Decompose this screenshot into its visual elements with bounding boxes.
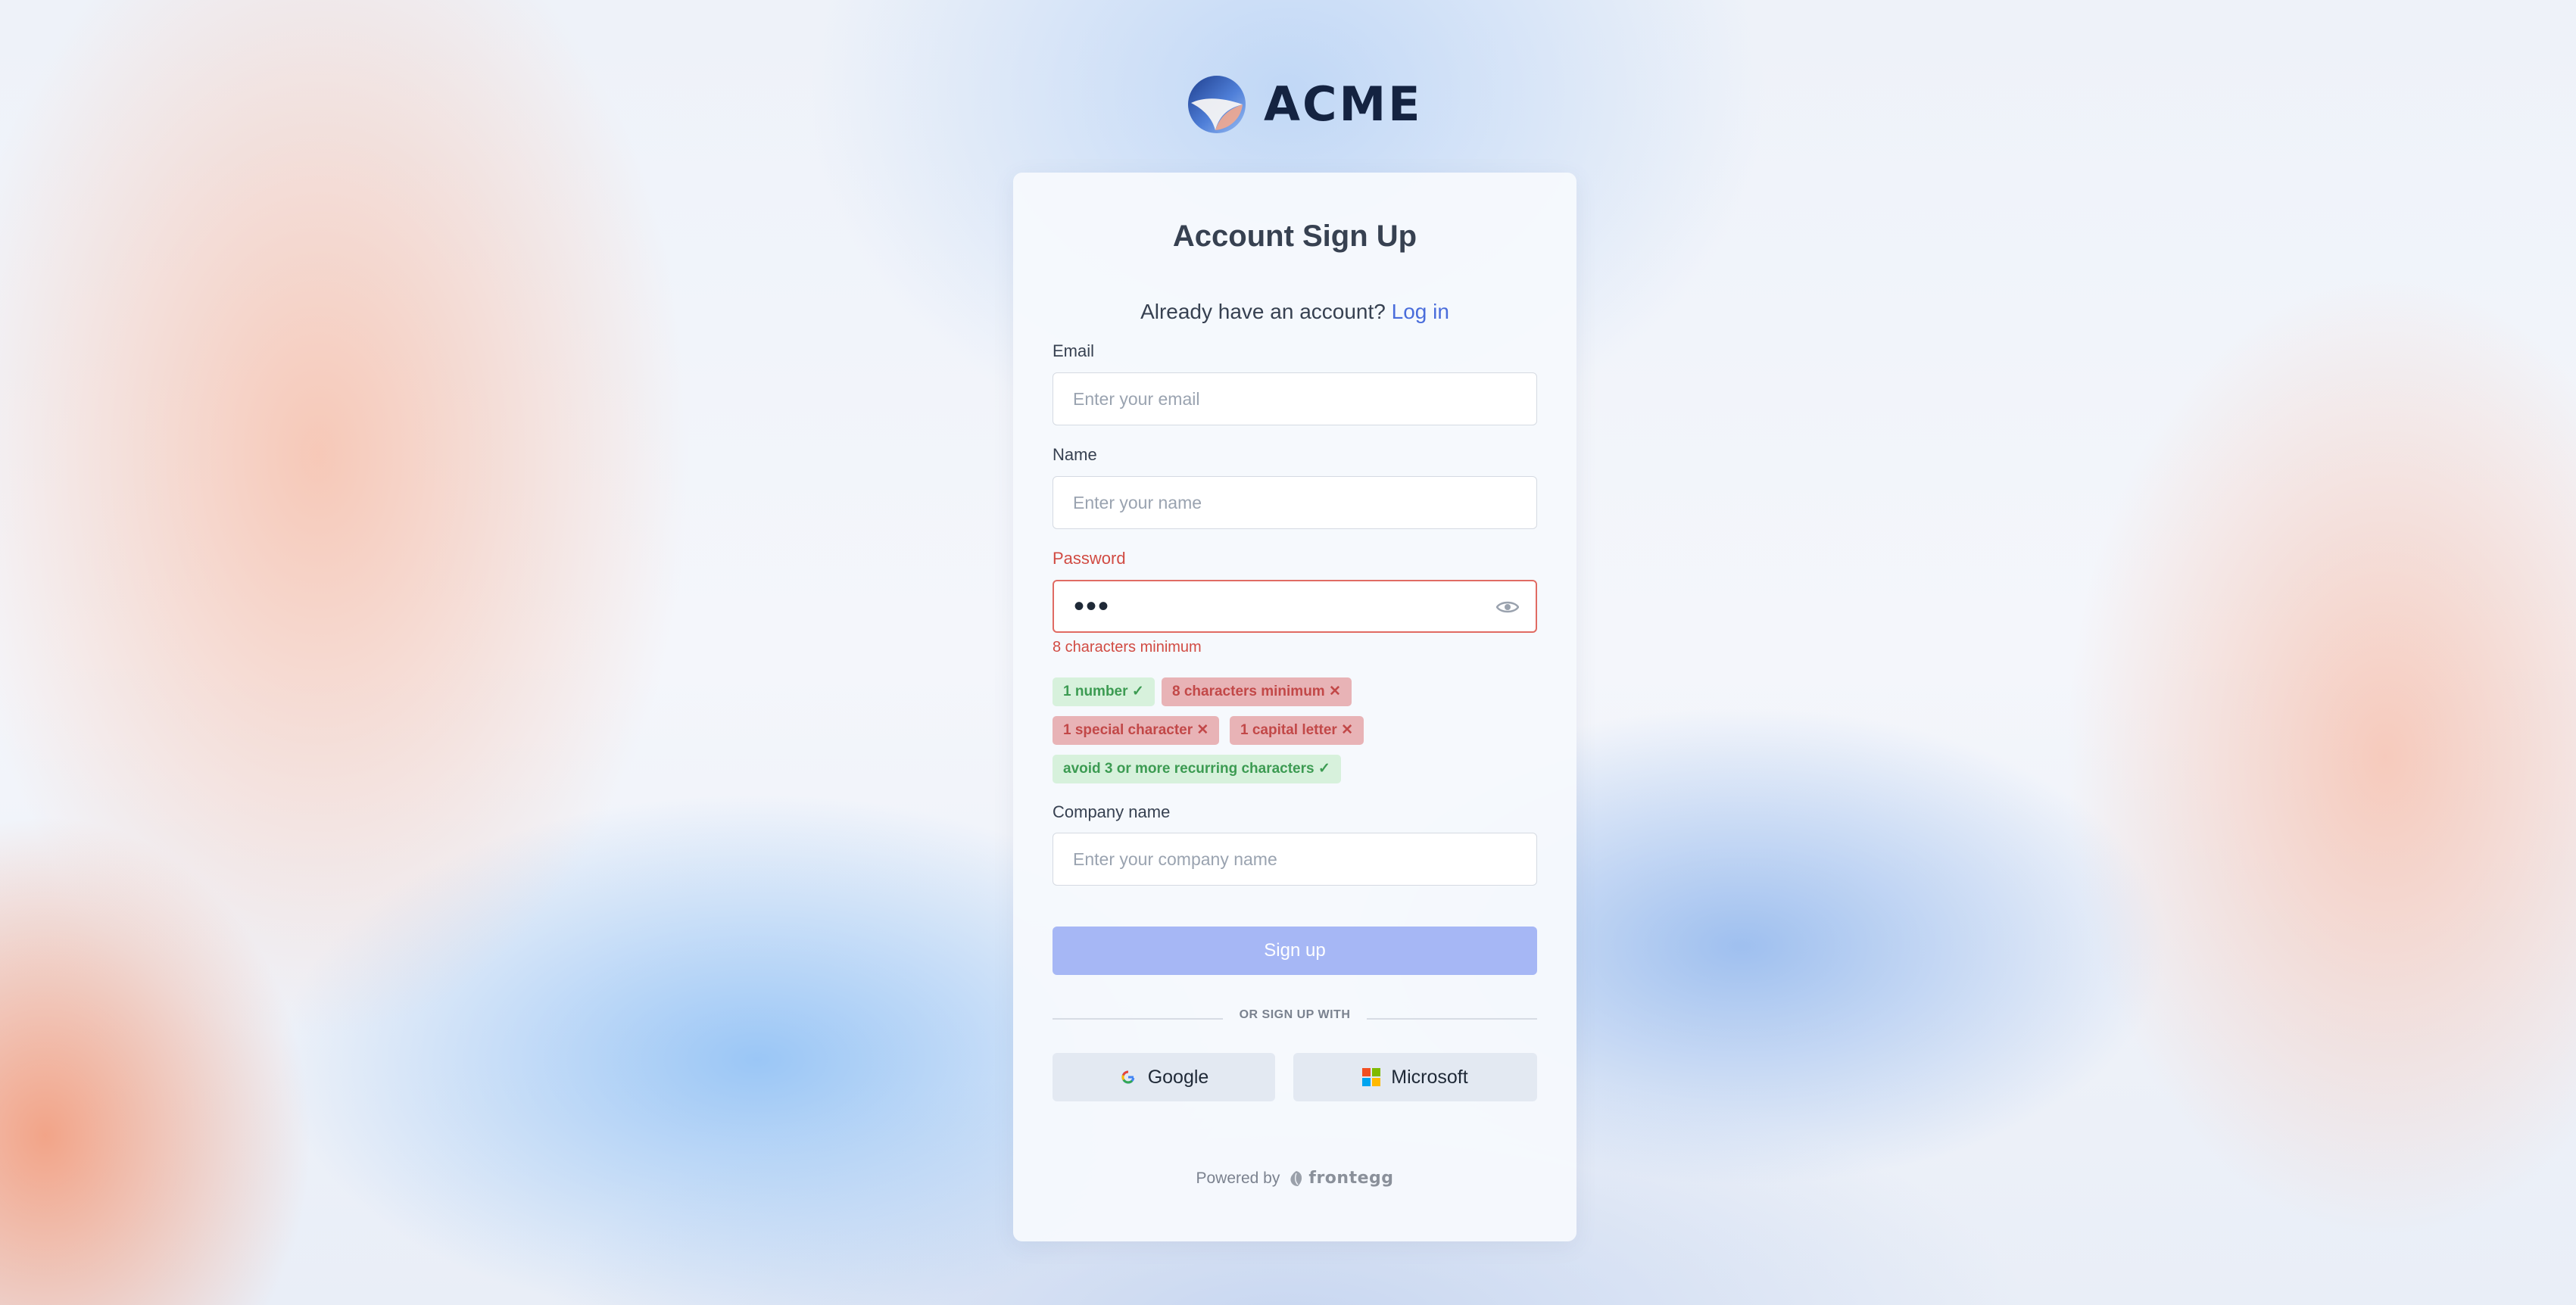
brand-logo: ACME: [1187, 73, 1423, 136]
sign-up-button[interactable]: Sign up: [1053, 927, 1537, 975]
password-error-text: 8 characters minimum: [1053, 639, 1202, 656]
login-link[interactable]: Log in: [1392, 300, 1449, 323]
microsoft-label: Microsoft: [1391, 1066, 1468, 1088]
name-placeholder: Enter your name: [1073, 492, 1202, 512]
requirement-chip: 1 number ✓: [1053, 677, 1155, 706]
password-field[interactable]: •••: [1053, 580, 1537, 633]
divider-text: OR SIGN UP WITH: [1239, 1008, 1351, 1021]
frontegg-logo: frontegg: [1287, 1169, 1393, 1188]
login-prompt: Already have an account? Log in: [1013, 300, 1576, 324]
password-value: •••: [1074, 590, 1111, 623]
company-label: Company name: [1053, 802, 1171, 821]
acme-logo-icon: [1188, 76, 1246, 133]
login-prompt-text: Already have an account?: [1140, 300, 1386, 323]
requirement-chip: 1 special character ✕: [1053, 716, 1220, 745]
email-placeholder: Enter your email: [1073, 388, 1200, 409]
name-field[interactable]: Enter your name: [1053, 476, 1537, 529]
requirement-label: 1 capital letter: [1240, 722, 1337, 738]
frontegg-name: frontegg: [1308, 1169, 1394, 1188]
cross-icon: ✕: [1328, 684, 1341, 699]
requirement-chip: avoid 3 or more recurring characters ✓: [1053, 755, 1341, 783]
powered-by-text: Powered by: [1196, 1169, 1280, 1187]
social-divider: OR SIGN UP WITH: [1053, 1007, 1537, 1029]
requirement-label: 1 number: [1063, 684, 1128, 699]
google-label: Google: [1147, 1066, 1209, 1088]
microsoft-icon: [1362, 1068, 1381, 1086]
requirement-label: avoid 3 or more recurring characters: [1063, 761, 1315, 777]
requirement-label: 1 special character: [1063, 722, 1193, 738]
requirement-chip: 8 characters minimum ✕: [1162, 677, 1352, 706]
requirement-chip: 1 capital letter ✕: [1230, 716, 1364, 745]
password-label: Password: [1053, 549, 1126, 568]
check-icon: ✓: [1131, 684, 1144, 699]
page-title: Account Sign Up: [1172, 220, 1417, 253]
name-label: Name: [1053, 445, 1097, 464]
google-icon: [1121, 1070, 1134, 1084]
brand-name: ACME: [1264, 76, 1423, 132]
company-name-field[interactable]: Enter your company name: [1053, 833, 1537, 886]
check-icon: ✓: [1318, 761, 1330, 777]
cross-icon: ✕: [1196, 722, 1209, 738]
microsoft-signup-button[interactable]: Microsoft: [1293, 1053, 1537, 1101]
company-placeholder: Enter your company name: [1073, 849, 1277, 869]
powered-by: Powered by frontegg: [1013, 1169, 1576, 1188]
email-label: Email: [1053, 341, 1095, 360]
signup-card: Account Sign Up Already have an account?…: [1013, 173, 1576, 1241]
cross-icon: ✕: [1341, 722, 1353, 738]
show-password-eye-icon[interactable]: [1496, 600, 1519, 615]
email-field[interactable]: Enter your email: [1053, 372, 1537, 425]
frontegg-leaf-icon: [1290, 1170, 1302, 1186]
requirement-label: 8 characters minimum: [1172, 684, 1325, 699]
google-signup-button[interactable]: Google: [1053, 1053, 1275, 1101]
